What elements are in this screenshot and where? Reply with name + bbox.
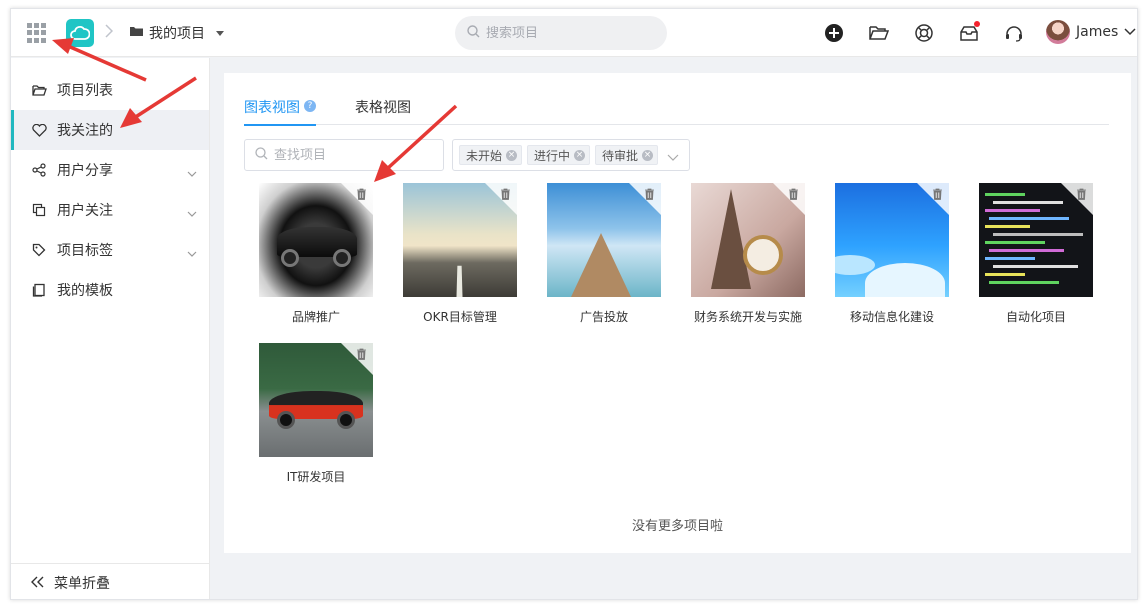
project-title[interactable]: 财务系统开发与实施	[691, 308, 805, 325]
search-icon	[255, 146, 268, 164]
project-title[interactable]: 品牌推广	[259, 308, 373, 325]
sidebar-item-project-list[interactable]: 项目列表	[11, 70, 209, 110]
chevron-down-icon	[187, 205, 197, 221]
app-grid-icon[interactable]	[27, 23, 47, 43]
chevron-down-icon	[187, 245, 197, 261]
heart-icon	[31, 122, 47, 138]
sidebar-item-label: 项目标签	[57, 243, 113, 259]
breadcrumb-label: 我的项目	[149, 26, 205, 42]
help-icon[interactable]: ?	[304, 100, 316, 112]
close-icon[interactable]: ×	[642, 149, 654, 161]
menu-collapse-label: 菜单折叠	[54, 575, 110, 592]
chevron-down-icon	[187, 165, 197, 181]
folder-icon	[129, 25, 144, 41]
template-icon	[31, 282, 47, 298]
inbox-notification-icon[interactable]	[959, 21, 980, 43]
close-icon[interactable]: ×	[506, 149, 518, 161]
chevron-down-icon	[1124, 25, 1136, 40]
share-icon	[31, 162, 47, 178]
user-name: James	[1076, 24, 1119, 40]
sidebar-item-my-followed[interactable]: 我关注的	[11, 110, 209, 150]
tab-label: 表格视图	[355, 100, 411, 116]
top-header: 我的项目 James	[11, 9, 1137, 57]
project-thumbnail[interactable]	[979, 183, 1093, 297]
sidebar-item-label: 项目列表	[57, 83, 113, 99]
tab-chart-view[interactable]: 图表视图 ?	[244, 93, 316, 126]
status-tag: 未开始 ×	[459, 145, 523, 165]
project-card[interactable]: 移动信息化建设	[835, 183, 949, 333]
sidebar-item-user-share[interactable]: 用户分享	[11, 150, 209, 190]
folder-open-icon	[31, 82, 47, 98]
project-card[interactable]: 广告投放	[547, 183, 661, 333]
sidebar-item-label: 用户分享	[57, 163, 113, 179]
headset-icon[interactable]	[1004, 23, 1024, 43]
cloud-logo-icon[interactable]	[66, 19, 94, 47]
breadcrumb-my-projects[interactable]: 我的项目	[129, 23, 224, 43]
search-icon	[467, 24, 480, 42]
status-tag: 待审批 ×	[595, 145, 659, 165]
trash-icon[interactable]	[1075, 187, 1087, 201]
status-tag-label: 进行中	[534, 148, 571, 163]
chevron-right-icon	[105, 24, 114, 42]
trash-icon[interactable]	[355, 187, 367, 201]
avatar	[1046, 20, 1070, 44]
sidebar-item-user-follow[interactable]: 用户关注	[11, 190, 209, 230]
status-tag: 进行中 ×	[527, 145, 591, 165]
project-filter-search[interactable]	[244, 139, 444, 171]
user-menu[interactable]: James	[1046, 20, 1136, 44]
project-title[interactable]: OKR目标管理	[403, 308, 517, 325]
tab-table-view[interactable]: 表格视图	[355, 93, 411, 125]
sidebar-item-label: 用户关注	[57, 203, 113, 219]
sidebar-item-label: 我的模板	[57, 283, 113, 299]
project-card[interactable]: 自动化项目	[979, 183, 1093, 333]
status-tag-label: 待审批	[602, 148, 639, 163]
status-multi-select[interactable]: 未开始 × 进行中 × 待审批 ×	[452, 139, 690, 171]
project-title[interactable]: 广告投放	[547, 308, 661, 325]
chevron-down-icon[interactable]	[667, 151, 679, 166]
project-filter-input[interactable]	[274, 147, 434, 163]
global-search-input[interactable]	[486, 25, 656, 41]
no-more-projects-text: 没有更多项目啦	[631, 519, 723, 534]
project-title[interactable]: IT研发项目	[259, 468, 373, 485]
project-thumbnail[interactable]	[259, 343, 373, 457]
menu-collapse-button[interactable]: 菜单折叠	[11, 563, 210, 599]
project-thumbnail[interactable]	[835, 183, 949, 297]
project-card[interactable]: IT研发项目	[259, 343, 373, 493]
close-icon[interactable]: ×	[574, 149, 586, 161]
project-thumbnail[interactable]	[403, 183, 517, 297]
folder-open-icon[interactable]	[869, 23, 889, 43]
project-thumbnail[interactable]	[547, 183, 661, 297]
app-window: 我的项目 James	[10, 8, 1138, 600]
project-card[interactable]: 财务系统开发与实施	[691, 183, 805, 333]
view-tabs: 图表视图 ? 表格视图	[244, 93, 1109, 126]
notification-dot	[974, 21, 980, 27]
sidebar-item-my-templates[interactable]: 我的模板	[11, 270, 209, 310]
project-title[interactable]: 移动信息化建设	[835, 308, 949, 325]
project-card[interactable]: OKR目标管理	[403, 183, 517, 333]
project-thumbnail[interactable]	[259, 183, 373, 297]
lifebuoy-icon[interactable]	[914, 23, 934, 43]
copy-icon	[31, 202, 47, 218]
sidebar-item-label: 我关注的	[57, 123, 113, 139]
sidebar-item-project-tags[interactable]: 项目标签	[11, 230, 209, 270]
global-search[interactable]	[455, 16, 667, 50]
trash-icon[interactable]	[643, 187, 655, 201]
trash-icon[interactable]	[499, 187, 511, 201]
status-tag-label: 未开始	[466, 148, 503, 163]
trash-icon[interactable]	[931, 187, 943, 201]
sidebar: 项目列表 我关注的 用户分享 用户关注 项目标签 我的模板 菜单折叠	[11, 58, 210, 599]
tag-icon	[31, 242, 47, 258]
project-card[interactable]: 品牌推广	[259, 183, 373, 333]
trash-icon[interactable]	[355, 347, 367, 361]
double-chevron-left-icon	[31, 573, 44, 592]
caret-down-icon	[216, 30, 224, 36]
trash-icon[interactable]	[787, 187, 799, 201]
project-title[interactable]: 自动化项目	[979, 308, 1093, 325]
main-content-panel: 图表视图 ? 表格视图 未开始 × 进行中 × 待审批	[224, 73, 1131, 553]
add-circle-icon[interactable]	[824, 23, 844, 43]
project-thumbnail[interactable]	[691, 183, 805, 297]
tab-label: 图表视图	[244, 100, 300, 116]
